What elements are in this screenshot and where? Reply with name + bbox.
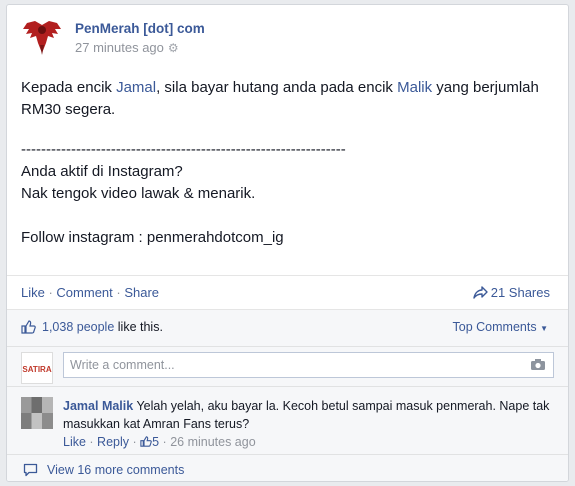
- post-actions: Like · Comment · Share: [21, 285, 159, 300]
- camera-icon[interactable]: [530, 358, 546, 371]
- satira-logo-icon: SATIRA: [22, 353, 52, 383]
- my-avatar-text: SATIRA: [22, 365, 51, 374]
- comment-meta: Like · Reply · 5 · 26 minutes ago: [63, 435, 256, 449]
- likes-count-link[interactable]: 1,038 people: [42, 320, 114, 334]
- feedback-section: 1,038 people like this. Top Comments ▼ S…: [7, 309, 568, 481]
- comment-bubble-icon: [23, 463, 38, 477]
- commenter-first-name[interactable]: Jamal: [63, 399, 98, 413]
- comment-button[interactable]: Comment: [56, 285, 112, 300]
- post-divider: ----------------------------------------…: [21, 141, 346, 158]
- mention-malik[interactable]: Malik: [397, 79, 432, 96]
- commenter-avatar[interactable]: [21, 397, 53, 429]
- comment-text: Yelah yelah, aku bayar la. Kecoh betul s…: [63, 399, 550, 431]
- caret-down-icon: ▼: [540, 324, 548, 333]
- share-button[interactable]: Share: [124, 285, 159, 300]
- timestamp-text[interactable]: 27 minutes ago: [75, 40, 164, 55]
- separator: ·: [44, 285, 57, 300]
- post-card: PenMerah [dot] com 27 minutes ago ⚙ Kepad…: [6, 4, 569, 482]
- likes-suffix: like this.: [117, 320, 163, 334]
- my-avatar: SATIRA: [21, 352, 53, 384]
- comment-placeholder: Write a comment...: [70, 358, 175, 372]
- mention-jamal[interactable]: Jamal: [116, 79, 156, 96]
- separator: ·: [112, 285, 125, 300]
- post-text-segment: , sila bayar hutang anda pada encik: [156, 79, 398, 96]
- shares-count-link[interactable]: 21 Shares: [473, 285, 550, 300]
- comment-input[interactable]: Write a comment...: [63, 352, 554, 378]
- post-body: Kepada encik Jamal, sila bayar hutang an…: [21, 77, 554, 249]
- thumbs-up-icon: [21, 320, 36, 334]
- view-more-comments[interactable]: View 16 more comments: [7, 454, 568, 481]
- top-comments-label[interactable]: Top Comments: [453, 320, 537, 334]
- like-button[interactable]: Like: [21, 285, 45, 300]
- top-comments-dropdown[interactable]: Top Comments ▼: [453, 320, 548, 334]
- post-text-segment: Kepada encik: [21, 79, 117, 96]
- post-timestamp[interactable]: 27 minutes ago ⚙: [75, 40, 179, 55]
- view-more-label[interactable]: View 16 more comments: [47, 463, 184, 477]
- comment-body: Jamal Malik Yelah yelah, aku bayar la. K…: [63, 397, 554, 433]
- post-actions-bar: Like · Comment · Share 21 Shares: [7, 275, 568, 309]
- comment-thumbs-up-icon: [140, 436, 152, 447]
- eagle-logo-icon: [23, 21, 61, 55]
- comment-item: Jamal Malik Yelah yelah, aku bayar la. K…: [7, 386, 568, 454]
- comment-reply-button[interactable]: Reply: [97, 435, 129, 449]
- post-line-2: Anda aktif di Instagram?: [21, 163, 183, 180]
- commenter-last-name[interactable]: Malik: [102, 399, 133, 413]
- post-line-4: Follow instagram : penmerahdotcom_ig: [21, 229, 284, 246]
- comment-composer: SATIRA Write a comment...: [7, 346, 568, 386]
- post-header: PenMerah [dot] com 27 minutes ago ⚙: [21, 17, 554, 61]
- likes-summary: 1,038 people like this. Top Comments ▼: [21, 320, 554, 342]
- share-arrow-icon: [473, 286, 488, 299]
- shares-count[interactable]: 21 Shares: [491, 285, 550, 300]
- post-line-3: Nak tengok video lawak & menarik.: [21, 185, 256, 202]
- comment-likes-link[interactable]: 5: [140, 435, 159, 449]
- comment-like-button[interactable]: Like: [63, 435, 86, 449]
- privacy-gear-icon[interactable]: ⚙: [168, 41, 179, 55]
- comment-likes-count[interactable]: 5: [152, 435, 159, 449]
- comment-time[interactable]: 26 minutes ago: [170, 435, 255, 449]
- page-name-link[interactable]: PenMerah [dot] com: [75, 21, 205, 36]
- page-avatar[interactable]: [21, 17, 63, 59]
- post-line-1: Kepada encik Jamal, sila bayar hutang an…: [21, 77, 554, 121]
